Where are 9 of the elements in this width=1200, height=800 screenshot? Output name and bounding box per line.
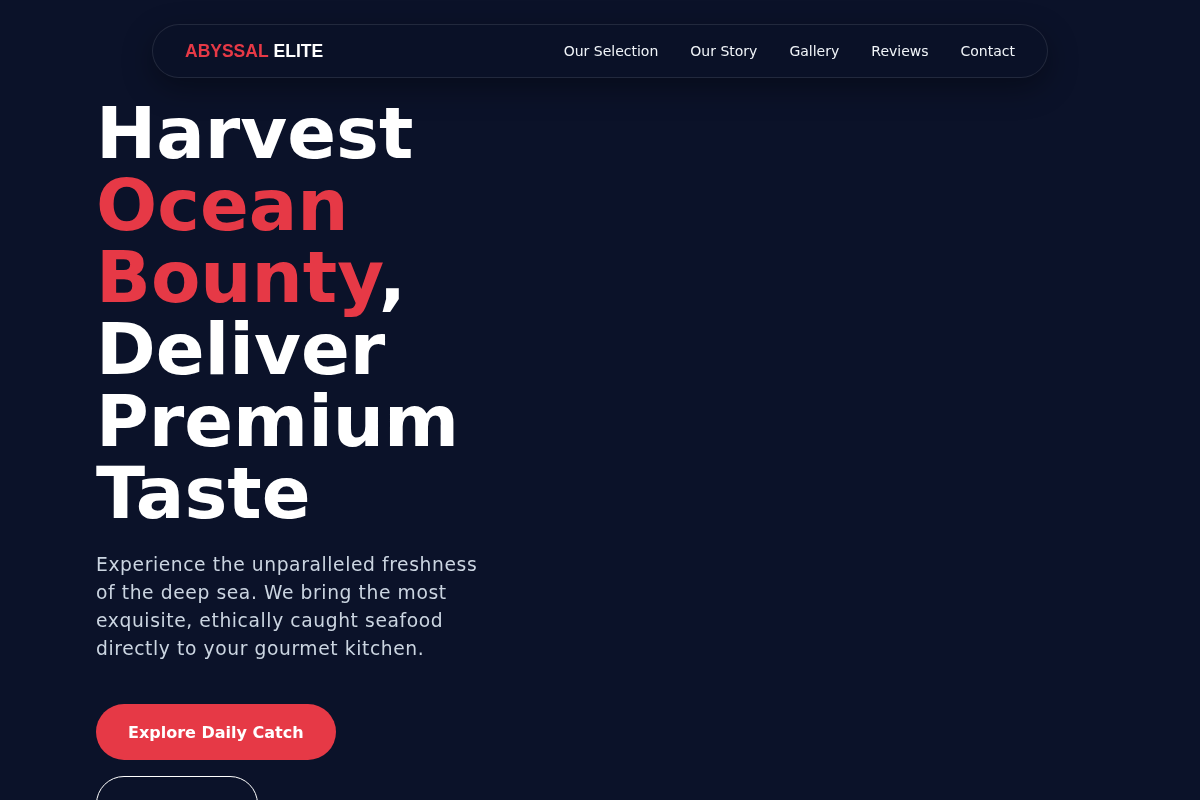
brand-logo[interactable]: ABYSSAL ELITE (185, 40, 324, 62)
nav-link[interactable]: Gallery (789, 43, 840, 59)
nav-link[interactable]: Contact (960, 43, 1015, 59)
hero-heading: Harvest Ocean Bounty, Deliver Premium Taste (96, 97, 461, 529)
nav-link[interactable]: Our Selection (563, 43, 659, 59)
nav-link[interactable]: Reviews (871, 43, 929, 59)
nav-link[interactable]: Our Story (690, 43, 758, 59)
explore-button[interactable]: Explore Daily Catch (96, 704, 336, 760)
hero-paragraph: Experience the unparalleled freshness of the deep sea. We bring the most exquisite, ethically caught seafood directly to your gourmet kitchen. (96, 553, 479, 661)
